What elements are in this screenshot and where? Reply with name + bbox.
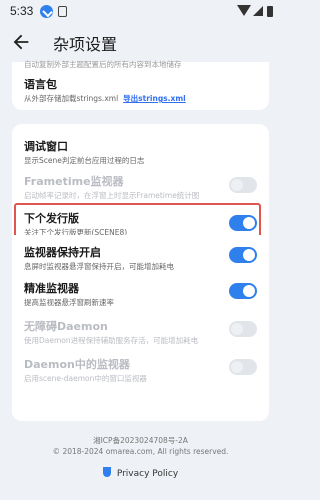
page-title: 杂项设置 [53, 35, 118, 54]
privacy-policy-link[interactable]: Privacy Policy [0, 467, 281, 479]
setting-desc: 从外部存储加载strings.xml 导出strings.xml [24, 94, 186, 103]
daemon-monitor-switch [229, 359, 257, 375]
status-bar: 5:33 [0, 0, 281, 22]
setting-title: 精准监视器 [24, 282, 79, 295]
setting-accessibility-daemon: 无障碍Daemon 使用Daemon进程保持辅助服务存活，可能增加耗电 [12, 318, 269, 348]
setting-title: 监视器保持开启 [24, 246, 101, 259]
keep-on-switch[interactable] [229, 247, 257, 263]
setting-desc: 提高监视器悬浮窗刷新速率 [24, 298, 114, 307]
wifi-icon [237, 5, 251, 16]
settings-card-language: 自动复制外部主题配置后的所有内容到本地储存 语言包 从外部存储加载strings… [12, 60, 269, 110]
frametime-switch [229, 177, 257, 193]
setting-desc: 启用scene-daemon中的窗口监视器 [24, 374, 147, 383]
scrolled-desc: 自动复制外部主题配置后的所有内容到本地储存 [24, 60, 182, 69]
battery-icon [267, 6, 273, 17]
precise-monitor-switch[interactable] [229, 283, 257, 299]
sim-card-icon [58, 6, 67, 17]
copyright: © 2018-2024 omarea.com, All rights reser… [52, 447, 229, 456]
icp-license: 湘ICP备2023024708号-2A [93, 436, 188, 445]
setting-title: 调试窗口 [24, 140, 68, 153]
setting-title: 语言包 [24, 78, 57, 91]
setting-monitor-keep-on[interactable]: 监视器保持开启 息屏时监视器悬浮窗保持开启，可能增加耗电 [12, 244, 269, 274]
signal-icon [253, 6, 263, 16]
export-strings-link[interactable]: 导出strings.xml [123, 94, 186, 103]
app-bar: 杂项设置 [0, 22, 281, 62]
accessibility-daemon-switch [229, 321, 257, 337]
setting-desc: 息屏时监视器悬浮窗保持开启，可能增加耗电 [24, 262, 174, 271]
setting-title: 无障碍Daemon [24, 320, 108, 333]
setting-precise-monitor[interactable]: 精准监视器 提高监视器悬浮窗刷新速率 [12, 280, 269, 310]
setting-title: Daemon中的监视器 [24, 358, 130, 371]
download-icon [40, 5, 53, 18]
setting-desc: 显示Scene判定前台应用过程的日志 [24, 156, 145, 165]
shield-icon [102, 467, 111, 477]
status-time: 5:33 [10, 4, 34, 18]
setting-frametime-monitor: Frametime监视器 启动帧率记录时，在浮窗上时显示Frametime统计图 [12, 173, 269, 203]
privacy-policy-label: Privacy Policy [116, 469, 179, 479]
setting-title: Frametime监视器 [24, 175, 124, 188]
setting-daemon-monitor: Daemon中的监视器 启用scene-daemon中的窗口监视器 [12, 356, 269, 386]
setting-language[interactable]: 语言包 从外部存储加载strings.xml 导出strings.xml [12, 76, 269, 106]
setting-desc: 启动帧率记录时，在浮窗上时显示Frametime统计图 [24, 191, 200, 200]
setting-desc: 使用Daemon进程保持辅助服务存活，可能增加耗电 [24, 336, 199, 345]
back-arrow-icon[interactable] [10, 31, 32, 53]
setting-debug-window[interactable]: 调试窗口 显示Scene判定前台应用过程的日志 [12, 138, 269, 168]
settings-card-monitor-list: 监视器保持开启 息屏时监视器悬浮窗保持开启，可能增加耗电 精准监视器 提高监视器… [12, 238, 269, 421]
